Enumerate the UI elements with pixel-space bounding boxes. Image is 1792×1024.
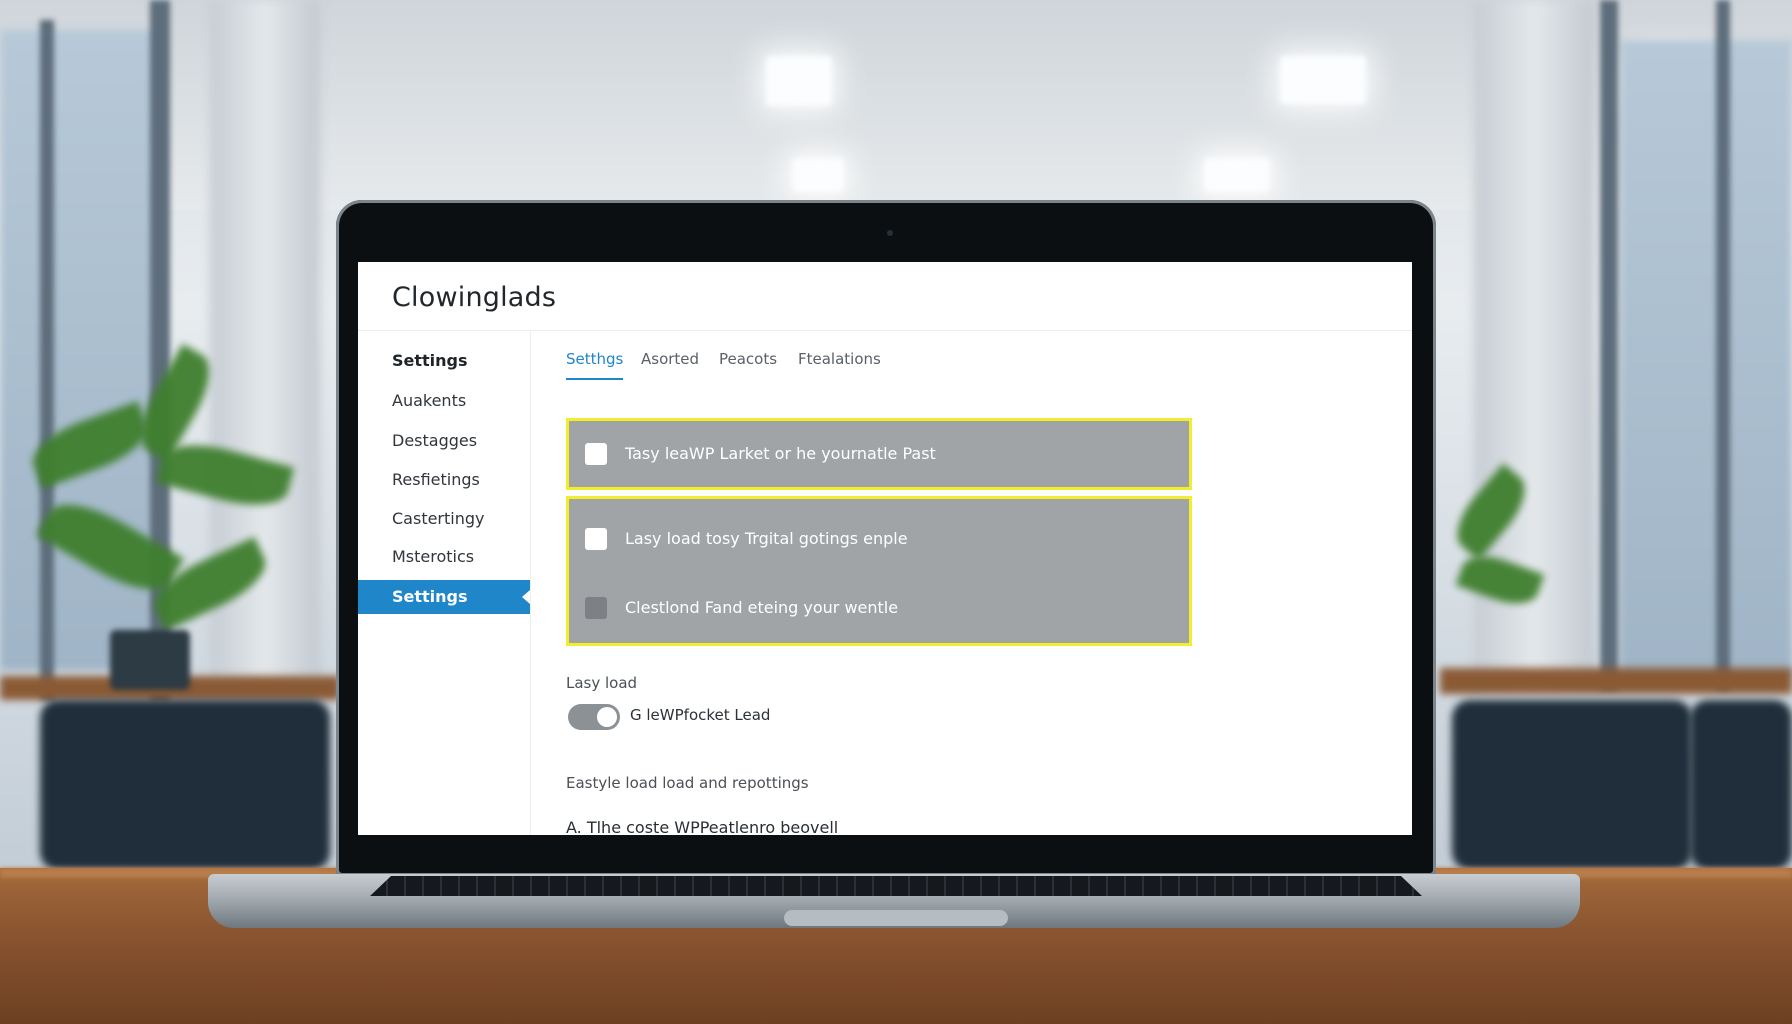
tab-setthgs[interactable]: Setthgs [566, 350, 624, 380]
ceiling-light [1280, 56, 1366, 104]
ceiling-light [766, 56, 832, 106]
lazy-load-section-label: Lasy load [566, 674, 638, 692]
option-group-top: Tasy leaWP Larket or he yournatle Past [566, 418, 1192, 490]
sidebar-item-castertingy[interactable]: Castertingy [358, 502, 530, 536]
checkbox[interactable] [585, 528, 607, 550]
sidebar-item-destagges[interactable]: Destagges [358, 424, 530, 458]
sidebar-item-msterotics[interactable]: Msterotics [358, 540, 530, 574]
laptop-screen: Clowinglads Settings Auakents Destagges … [358, 262, 1412, 835]
sidebar-item-resfietings[interactable]: Resfietings [358, 463, 530, 497]
toggle-knob [597, 707, 617, 727]
tab-ftealations[interactable]: Ftealations [798, 350, 881, 378]
subheading: Eastyle load load and repottings [566, 774, 809, 792]
footer-text: A. Tlhe coste WPPeatlenro beovell [566, 818, 839, 835]
keyboard [370, 876, 1422, 896]
sidebar: Settings Auakents Destagges Resfietings … [358, 330, 531, 835]
option-label: Tasy leaWP Larket or he yournatle Past [625, 444, 936, 463]
lazy-load-toggle[interactable] [568, 704, 620, 730]
checkbox[interactable] [585, 443, 607, 465]
sidebar-item-auakents[interactable]: Auakents [358, 384, 530, 418]
checkbox-disabled[interactable] [585, 597, 607, 619]
chair [40, 700, 330, 870]
chair [1452, 700, 1692, 870]
plant-pot [110, 630, 190, 690]
sidebar-item-settings-active[interactable]: Settings [358, 580, 530, 614]
laptop-bezel [358, 835, 1412, 855]
option-label: Lasy load tosy Trgital gotings enple [625, 529, 908, 548]
option-label: Clestlond Fand eteing your wentle [625, 598, 899, 617]
sidebar-item-settings-header[interactable]: Settings [358, 344, 530, 378]
window-frame [40, 20, 54, 700]
option-group-bottom: Lasy load tosy Trgital gotings enple Cle… [566, 496, 1192, 646]
webcam-icon [887, 230, 893, 236]
trackpad-notch [784, 910, 1008, 926]
chair [1690, 700, 1792, 870]
window-frame [1600, 0, 1618, 690]
tab-asorted[interactable]: Asorted [641, 350, 699, 378]
app-title: Clowinglads [392, 282, 557, 313]
toggle-label: G leWPfocket Lead [630, 706, 771, 724]
tab-peacots[interactable]: Peacots [719, 350, 777, 378]
ceiling-light [792, 158, 844, 192]
ceiling-light [1204, 158, 1270, 192]
window [1620, 40, 1792, 680]
highlighted-options-panel: Tasy leaWP Larket or he yournatle Past L… [566, 418, 1192, 646]
back-table [1440, 668, 1792, 694]
window-frame [1716, 0, 1730, 690]
